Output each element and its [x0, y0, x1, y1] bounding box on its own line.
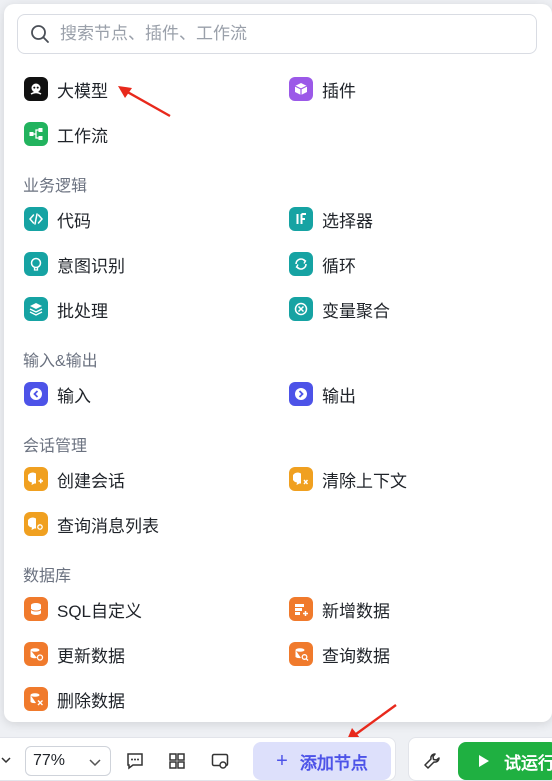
trial-run-label: 试运行 — [504, 753, 552, 773]
plus-icon: + — [276, 749, 288, 772]
node-item-clear-context[interactable]: 清除上下文 — [289, 464, 407, 494]
node-item-intent[interactable]: 意图识别 — [24, 249, 125, 279]
node-label: 批处理 — [57, 301, 108, 321]
chevron-down-icon — [89, 759, 101, 767]
search-icon — [31, 25, 49, 43]
search-box[interactable] — [17, 14, 537, 54]
node-label: 意图识别 — [57, 256, 125, 276]
node-label: 输入 — [57, 386, 91, 406]
node-label: 变量聚合 — [322, 301, 390, 321]
layout-icon[interactable] — [167, 751, 187, 771]
node-item-output[interactable]: 输出 — [289, 379, 356, 409]
delete-data-icon — [24, 687, 48, 711]
if-icon — [289, 207, 313, 231]
clear-context-icon — [289, 467, 313, 491]
create-conversation-icon — [24, 467, 48, 491]
node-item-add-data[interactable]: 新增数据 — [289, 594, 390, 624]
search-input[interactable] — [60, 24, 536, 44]
node-label: 循环 — [322, 256, 356, 276]
input-icon — [24, 382, 48, 406]
node-item-sql-custom[interactable]: SQL自定义 — [24, 594, 142, 624]
node-label: 创建会话 — [57, 471, 125, 491]
loop-icon — [289, 252, 313, 276]
node-item-query-data[interactable]: 查询数据 — [289, 639, 390, 669]
section-title-input-output: 输入&输出 — [23, 353, 98, 370]
node-item-plugin[interactable]: 插件 — [289, 74, 356, 104]
node-item-variable-merge[interactable]: 变量聚合 — [289, 294, 390, 324]
query-data-icon — [289, 642, 313, 666]
node-label: SQL自定义 — [57, 601, 143, 621]
workflow-icon — [24, 122, 48, 146]
zoom-value: 77% — [33, 752, 66, 769]
node-label: 选择器 — [322, 211, 373, 231]
node-label: 大模型 — [57, 81, 108, 101]
intent-icon — [24, 252, 48, 276]
minimap-icon[interactable] — [210, 751, 230, 771]
comment-icon[interactable] — [125, 751, 145, 771]
node-label: 查询数据 — [322, 646, 390, 666]
bottom-toolbar: 77% + 添加节点 试运行 — [0, 734, 552, 781]
node-item-input[interactable]: 输入 — [24, 379, 91, 409]
variable-merge-icon — [289, 297, 313, 321]
message-list-icon — [24, 512, 48, 536]
section-title-conversation: 会话管理 — [23, 438, 88, 455]
code-icon — [24, 207, 48, 231]
node-item-message-list[interactable]: 查询消息列表 — [24, 509, 159, 539]
node-item-llm[interactable]: 大模型 — [24, 74, 108, 104]
wrench-icon[interactable] — [422, 751, 442, 771]
zoom-select[interactable]: 77% — [25, 746, 111, 776]
node-item-code[interactable]: 代码 — [24, 204, 91, 234]
llm-icon — [24, 77, 48, 101]
add-node-button[interactable]: + 添加节点 — [253, 742, 391, 780]
output-icon — [289, 382, 313, 406]
node-item-delete-data[interactable]: 删除数据 — [24, 684, 125, 714]
node-label: 新增数据 — [322, 601, 390, 621]
node-label: 工作流 — [57, 126, 108, 146]
node-item-batch[interactable]: 批处理 — [24, 294, 108, 324]
node-label: 插件 — [322, 81, 356, 101]
database-icon — [24, 597, 48, 621]
node-label: 查询消息列表 — [57, 516, 159, 536]
node-item-update-data[interactable]: 更新数据 — [24, 639, 125, 669]
add-node-label: 添加节点 — [299, 753, 368, 773]
section-title-business-logic: 业务逻辑 — [23, 178, 88, 195]
node-label: 代码 — [57, 211, 91, 231]
batch-icon — [24, 297, 48, 321]
node-label: 更新数据 — [57, 646, 125, 666]
node-label: 清除上下文 — [322, 471, 407, 491]
plugin-icon — [289, 77, 313, 101]
play-icon — [479, 755, 489, 767]
node-item-loop[interactable]: 循环 — [289, 249, 356, 279]
node-item-selector[interactable]: 选择器 — [289, 204, 373, 234]
node-item-workflow[interactable]: 工作流 — [24, 119, 108, 149]
chevron-down-icon[interactable] — [0, 753, 12, 767]
add-data-icon — [289, 597, 313, 621]
node-label: 输出 — [322, 386, 356, 406]
node-picker-panel: 大模型 插件 工作流 业务逻辑 代码 选择器 意图识别 循环 — [4, 4, 552, 722]
node-item-create-conversation[interactable]: 创建会话 — [24, 464, 125, 494]
trial-run-button[interactable]: 试运行 — [458, 742, 552, 780]
update-data-icon — [24, 642, 48, 666]
node-label: 删除数据 — [57, 691, 125, 711]
section-title-database: 数据库 — [23, 568, 72, 585]
